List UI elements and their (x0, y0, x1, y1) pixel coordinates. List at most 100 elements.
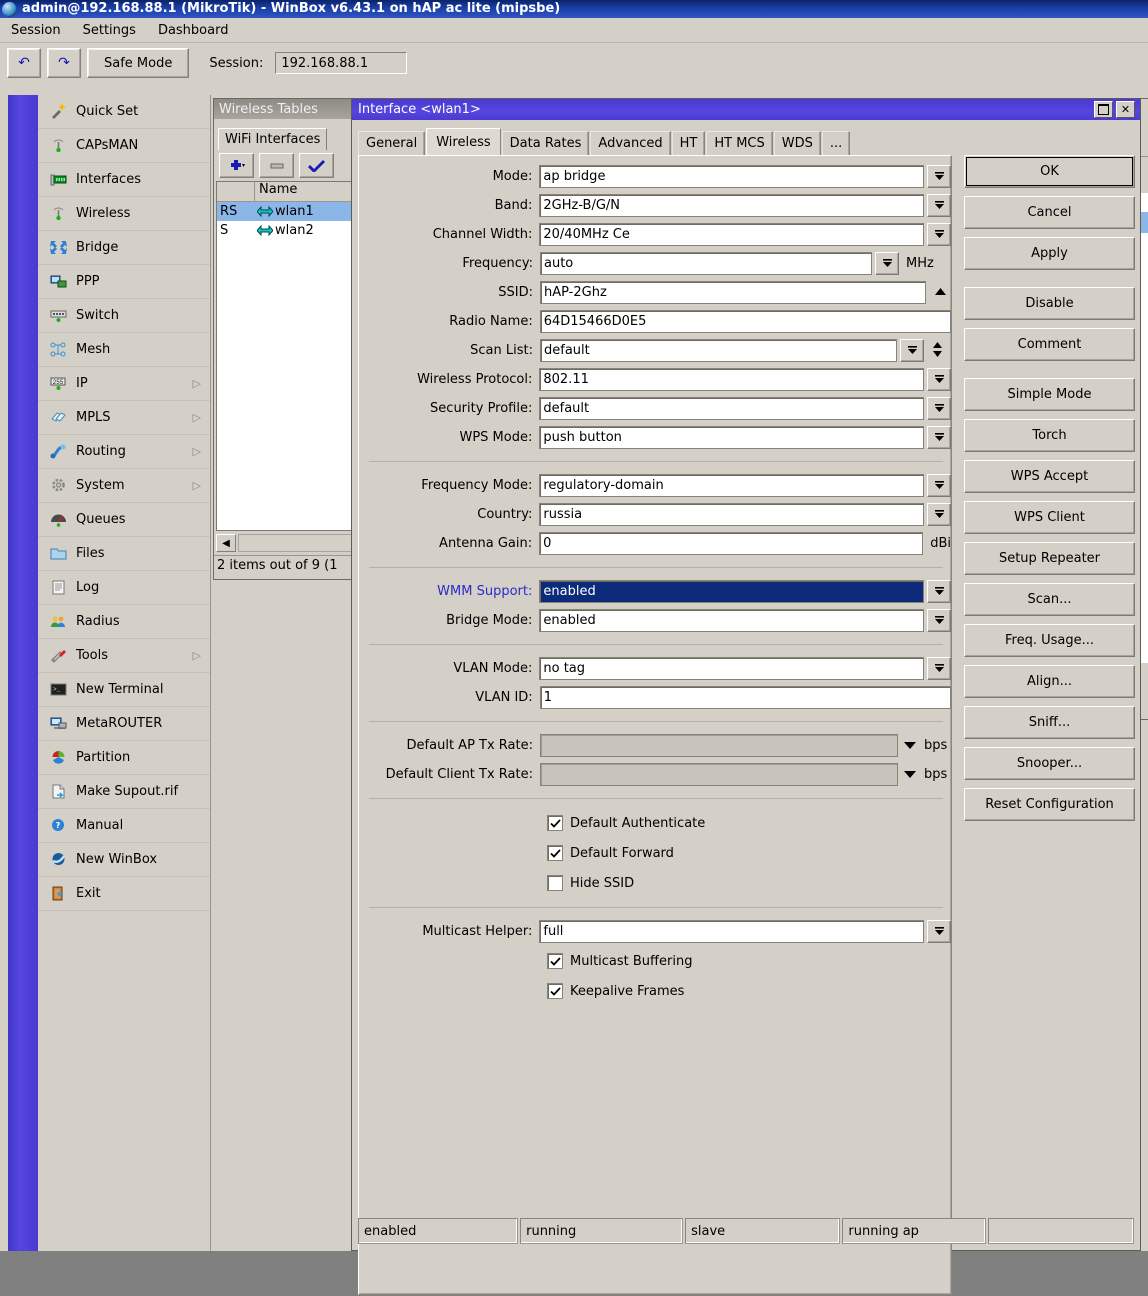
dropdown-arrow-icon[interactable] (927, 580, 951, 603)
minus-icon[interactable] (259, 153, 294, 178)
dropdown-arrow-icon[interactable] (927, 609, 951, 632)
dropdown-triangle-icon[interactable] (903, 739, 917, 753)
checkbox-row-hide-ssid[interactable]: Hide SSID (359, 868, 951, 898)
torch-button[interactable]: Torch (964, 419, 1135, 452)
input-radio-name[interactable]: 64D15466D0E5 (540, 310, 951, 333)
checkbox-row-default-authenticate[interactable]: Default Authenticate (359, 808, 951, 838)
checkbox-default-forward[interactable] (547, 845, 563, 861)
input-frequency-mode[interactable]: regulatory-domain (539, 474, 924, 497)
input-band[interactable]: 2GHz-B/G/N (539, 194, 924, 217)
dropdown-arrow-icon[interactable] (927, 426, 951, 449)
input-security-profile[interactable]: default (539, 397, 924, 420)
cancel-button[interactable]: Cancel (964, 196, 1135, 229)
sidebar-item-log[interactable]: Log (38, 571, 210, 605)
dropdown-arrow-icon[interactable] (927, 920, 951, 943)
sidebar-item-interfaces[interactable]: Interfaces (38, 163, 210, 197)
disable-button[interactable]: Disable (964, 287, 1135, 320)
input-country[interactable]: russia (539, 503, 924, 526)
tab-ht[interactable]: HT (672, 131, 706, 155)
sidebar-item-ppp[interactable]: PPP (38, 265, 210, 299)
ok-button[interactable]: OK (964, 155, 1135, 188)
checkbox-hide-ssid[interactable] (547, 875, 563, 891)
input-mode[interactable]: ap bridge (539, 165, 924, 188)
checkbox-row-default-forward[interactable]: Default Forward (359, 838, 951, 868)
input-ssid[interactable]: hAP-2Ghz (540, 281, 926, 304)
input-scan-list[interactable]: default (540, 339, 897, 362)
tab-general[interactable]: General (358, 131, 425, 155)
wps-accept-button[interactable]: WPS Accept (964, 460, 1135, 493)
checkbox-row-keepalive-frames[interactable]: Keepalive Frames (359, 976, 951, 1006)
dropdown-triangle-icon[interactable] (903, 768, 917, 782)
input-wireless-protocol[interactable]: 802.11 (539, 368, 924, 391)
dropdown-arrow-icon[interactable] (927, 194, 951, 217)
sidebar-item-radius[interactable]: Radius (38, 605, 210, 639)
dropdown-arrow-icon[interactable] (927, 223, 951, 246)
dropdown-arrow-icon[interactable] (927, 503, 951, 526)
table-row[interactable]: RS wlan1 (217, 202, 356, 221)
input-frequency[interactable]: auto (540, 252, 872, 275)
comment-button[interactable]: Comment (964, 328, 1135, 361)
freq-usage-button[interactable]: Freq. Usage... (964, 624, 1135, 657)
sidebar-item-mpls[interactable]: MPLS▷ (38, 401, 210, 435)
undo-icon[interactable]: ↶ (7, 48, 41, 78)
input-antenna-gain[interactable]: 0 (539, 532, 923, 555)
input-default-ap-tx-rate[interactable] (540, 734, 898, 757)
tab-wireless[interactable]: Wireless (426, 128, 500, 155)
sidebar-item-partition[interactable]: Partition (38, 741, 210, 775)
sidebar-item-new-terminal[interactable]: >_New Terminal (38, 673, 210, 707)
sidebar-item-tools[interactable]: Tools▷ (38, 639, 210, 673)
dropdown-arrow-icon[interactable] (927, 397, 951, 420)
input-wps-mode[interactable]: push button (539, 426, 924, 449)
apply-button[interactable]: Apply (964, 237, 1135, 270)
tab-data-rates[interactable]: Data Rates (502, 131, 590, 155)
wps-client-button[interactable]: WPS Client (964, 501, 1135, 534)
collapse-up-icon[interactable] (934, 286, 947, 299)
redo-icon[interactable]: ↷ (47, 48, 81, 78)
dropdown-arrow-icon[interactable] (927, 474, 951, 497)
scan-button[interactable]: Scan... (964, 583, 1135, 616)
sidebar-item-wireless[interactable]: Wireless (38, 197, 210, 231)
tab-wifi-interfaces[interactable]: WiFi Interfaces (218, 128, 327, 150)
setup-repeater-button[interactable]: Setup Repeater (964, 542, 1135, 575)
menu-session[interactable]: Session (0, 20, 72, 41)
sidebar-item-exit[interactable]: Exit (38, 877, 210, 911)
maximize-icon[interactable] (1094, 101, 1113, 118)
reset-configuration-button[interactable]: Reset Configuration (964, 788, 1135, 821)
dropdown-arrow-icon[interactable] (900, 339, 924, 362)
sidebar-item-files[interactable]: Files (38, 537, 210, 571)
sidebar-item-ip[interactable]: 255IP▷ (38, 367, 210, 401)
checkbox-default-authenticate[interactable] (547, 815, 563, 831)
input-bridge-mode[interactable]: enabled (539, 609, 924, 632)
tab-wds[interactable]: WDS (774, 131, 821, 155)
sidebar-item-metarouter[interactable]: MetaROUTER (38, 707, 210, 741)
column-flags[interactable] (217, 182, 255, 201)
tab-[interactable]: ... (822, 131, 850, 155)
tab-advanced[interactable]: Advanced (590, 131, 670, 155)
sidebar-item-system[interactable]: System▷ (38, 469, 210, 503)
checkbox-row-multicast-buffering[interactable]: Multicast Buffering (359, 946, 951, 976)
snooper-button[interactable]: Snooper... (964, 747, 1135, 780)
menu-settings[interactable]: Settings (72, 20, 147, 41)
sidebar-item-switch[interactable]: Switch (38, 299, 210, 333)
menu-dashboard[interactable]: Dashboard (147, 20, 240, 41)
scroll-track[interactable] (238, 534, 357, 552)
safe-mode-button[interactable]: Safe Mode (87, 48, 189, 78)
column-name[interactable]: Name (255, 182, 297, 201)
dropdown-arrow-icon[interactable] (927, 657, 951, 680)
input-default-client-tx-rate[interactable] (540, 763, 898, 786)
check-icon[interactable] (299, 153, 334, 178)
dropdown-arrow-icon[interactable] (927, 165, 951, 188)
sidebar-item-new-winbox[interactable]: New WinBox (38, 843, 210, 877)
input-multicast-helper[interactable]: full (539, 920, 924, 943)
input-vlan-id[interactable]: 1 (540, 686, 951, 709)
updown-arrows-icon[interactable] (932, 341, 943, 360)
checkbox-keepalive-frames[interactable] (547, 983, 563, 999)
sniff-button[interactable]: Sniff... (964, 706, 1135, 739)
input-channel-width[interactable]: 20/40MHz Ce (539, 223, 924, 246)
input-wmm-support[interactable]: enabled (539, 580, 924, 603)
sidebar-item-bridge[interactable]: Bridge (38, 231, 210, 265)
session-value[interactable]: 192.168.88.1 (275, 52, 407, 74)
close-icon[interactable]: ✕ (1116, 101, 1135, 118)
table-row[interactable]: S wlan2 (217, 221, 356, 240)
sidebar-item-queues[interactable]: Queues (38, 503, 210, 537)
